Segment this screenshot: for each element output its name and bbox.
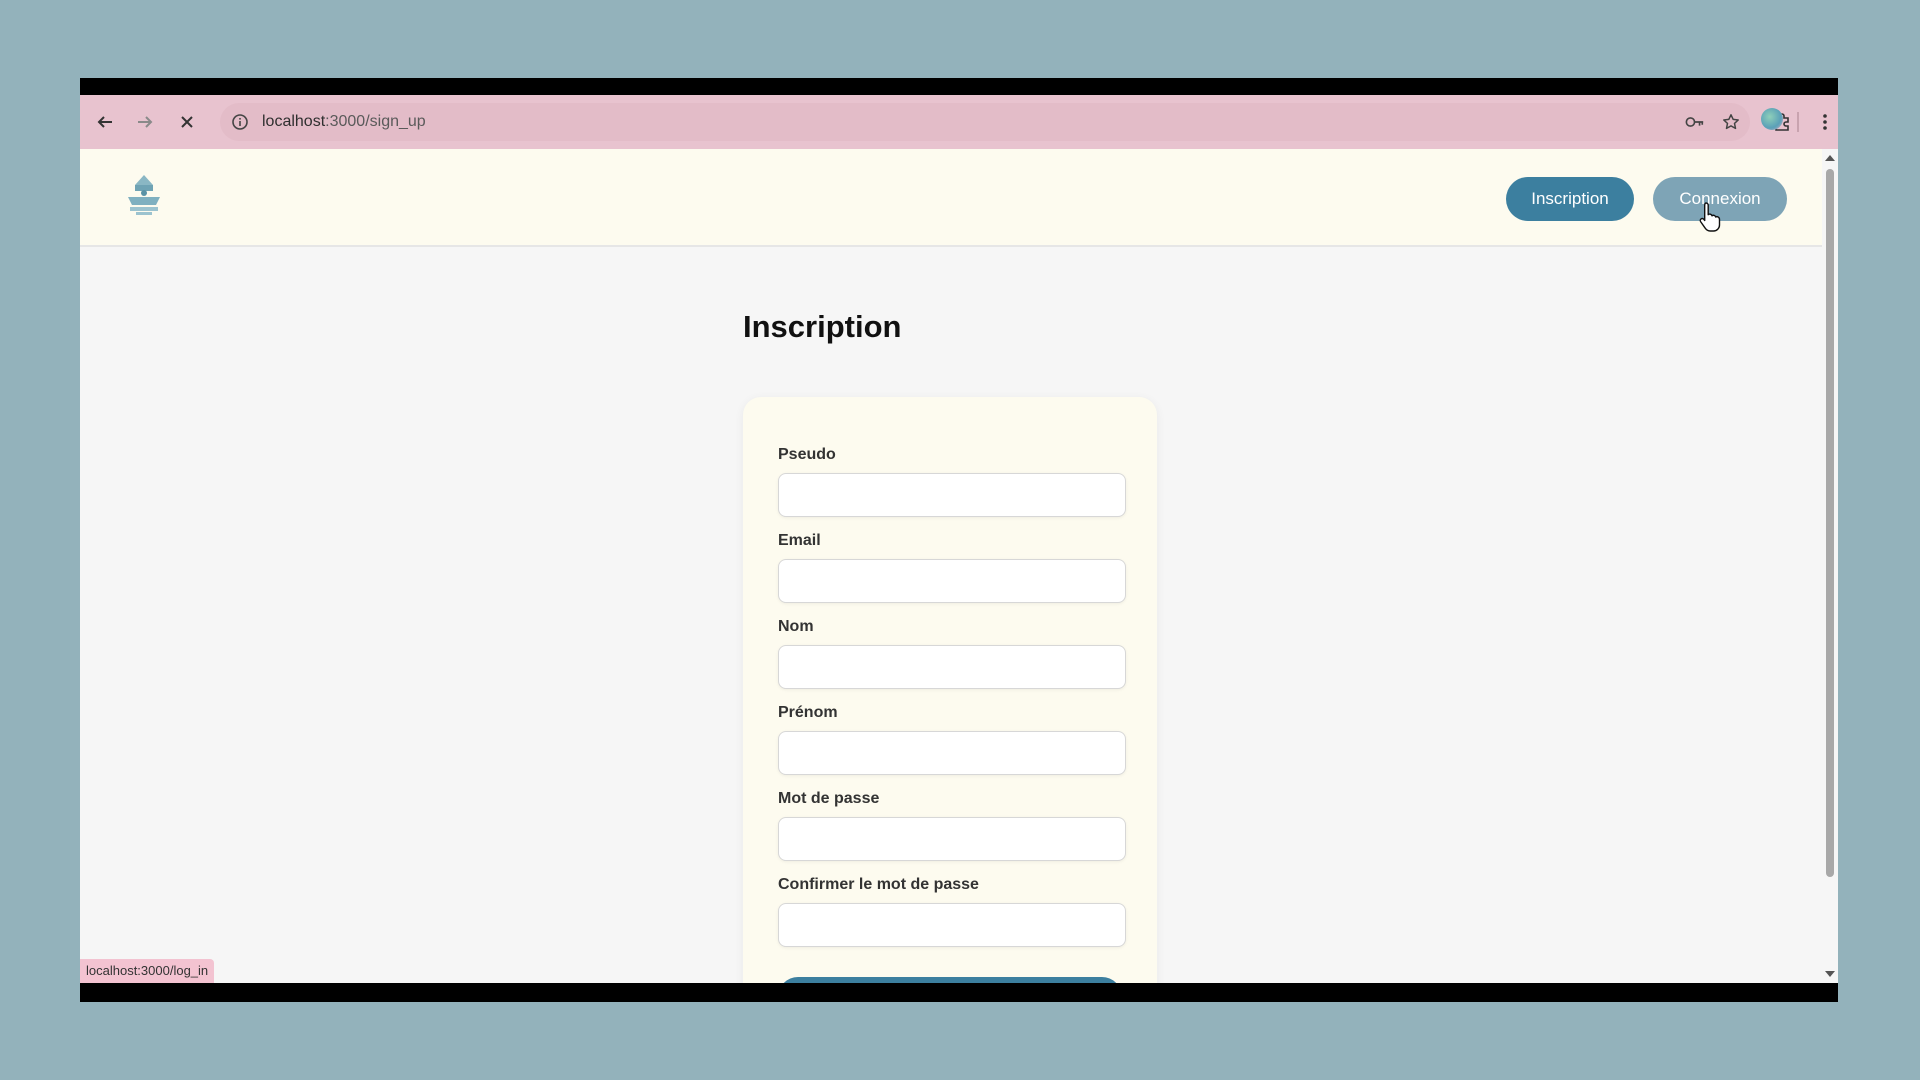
pseudo-label: Pseudo	[778, 446, 836, 463]
address-bar[interactable]: localhost:3000/sign_up	[220, 103, 1750, 141]
screen-frame: localhost:3000/sign_up Inscription Conne…	[80, 78, 1838, 1002]
pseudo-input[interactable]	[778, 473, 1126, 517]
password-label: Mot de passe	[778, 790, 880, 807]
nom-input[interactable]	[778, 645, 1126, 689]
scroll-down-arrow-icon[interactable]	[1825, 971, 1835, 977]
confirm-password-input[interactable]	[778, 903, 1126, 947]
signup-nav-button[interactable]: Inscription	[1506, 177, 1634, 221]
password-input[interactable]	[778, 817, 1126, 861]
prenom-input[interactable]	[778, 731, 1126, 775]
pointer-cursor-icon	[1698, 201, 1724, 233]
star-icon[interactable]	[1721, 112, 1741, 132]
page-scrollbar[interactable]	[1822, 149, 1838, 983]
info-icon[interactable]	[230, 112, 250, 132]
profile-avatar[interactable]	[1761, 108, 1783, 130]
web-page: Inscription Connexion Inscription Pseudo…	[80, 149, 1822, 983]
key-icon[interactable]	[1685, 112, 1705, 132]
toolbar-divider	[1797, 112, 1799, 132]
status-url-tooltip: localhost:3000/log_in	[80, 959, 215, 983]
email-input[interactable]	[778, 559, 1126, 603]
site-logo[interactable]	[122, 171, 166, 217]
page-title: Inscription	[743, 309, 902, 344]
browser-window: localhost:3000/sign_up Inscription Conne…	[80, 95, 1838, 983]
prenom-label: Prénom	[778, 704, 838, 721]
url-host: localhost	[262, 113, 326, 130]
nom-label: Nom	[778, 618, 814, 635]
back-arrow-icon[interactable]	[90, 107, 120, 137]
url-text[interactable]: localhost:3000/sign_up	[262, 113, 426, 131]
site-navbar: Inscription Connexion	[80, 149, 1822, 247]
forward-arrow-icon[interactable]	[130, 107, 160, 137]
kebab-menu-icon[interactable]	[1815, 107, 1835, 137]
url-path: :3000/sign_up	[325, 113, 426, 130]
scroll-thumb[interactable]	[1826, 169, 1834, 877]
browser-toolbar: localhost:3000/sign_up	[80, 95, 1838, 149]
close-icon[interactable]	[172, 107, 202, 137]
signup-form-card: Pseudo Email Nom Prénom Mot de passe Con…	[743, 397, 1157, 983]
submit-button[interactable]	[778, 977, 1122, 983]
email-label: Email	[778, 532, 821, 549]
scroll-up-arrow-icon[interactable]	[1825, 155, 1835, 161]
confirm-password-label: Confirmer le mot de passe	[778, 876, 979, 893]
